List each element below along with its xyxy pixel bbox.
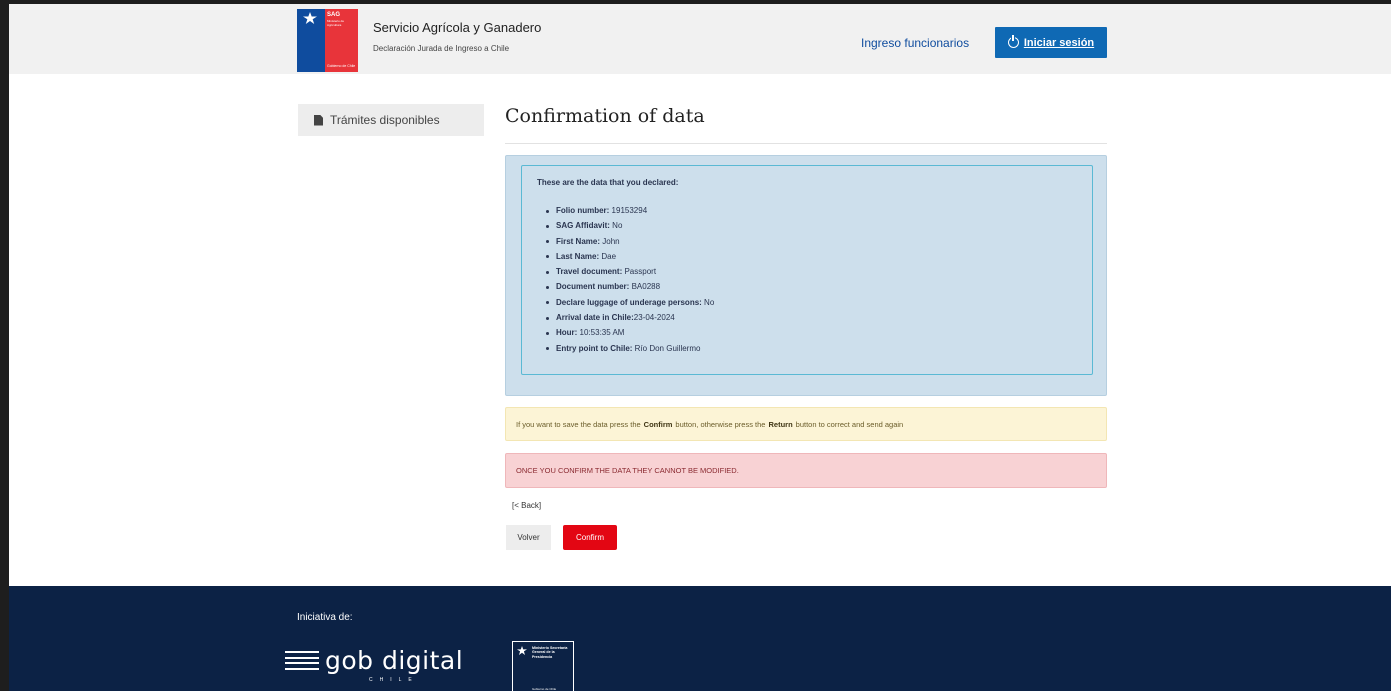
data-item-arrival-date: Arrival date in Chile:23-04-2024 — [545, 310, 714, 325]
login-button[interactable]: Iniciar sesión — [995, 27, 1107, 58]
ingreso-funcionarios-link[interactable]: Ingreso funcionarios — [861, 36, 969, 50]
site-title: Servicio Agrícola y Ganadero — [373, 20, 542, 35]
gobierno-text: Gobierno de Chile — [327, 64, 356, 68]
data-item-underage-luggage: Declare luggage of underage persons: No — [545, 295, 714, 310]
declared-data-intro: These are the data that you declared: — [537, 178, 679, 187]
document-icon — [314, 114, 323, 126]
site-footer: Iniciativa de: gob digital CHILE Ministe… — [9, 586, 1391, 691]
initiative-label: Iniciativa de: — [297, 612, 353, 623]
back-link[interactable]: [< Back] — [512, 501, 541, 510]
login-button-label: Iniciar sesión — [1023, 36, 1095, 49]
sidebar-item-tramites[interactable]: Trámites disponibles — [298, 104, 484, 136]
sidebar-item-label: Trámites disponibles — [330, 113, 440, 127]
sag-logo-subtitle: Ministerio de Agricultura — [327, 19, 345, 27]
data-item-folio: Folio number: 19153294 — [545, 203, 714, 218]
data-item-sag-affidavit: SAG Affidavit: No — [545, 218, 714, 233]
gob-digital-chile: CHILE — [369, 677, 419, 683]
sag-logo-text: SAG — [327, 12, 341, 18]
cannot-modify-alert: ONCE YOU CONFIRM THE DATA THEY CANNOT BE… — [505, 453, 1107, 488]
sag-logo[interactable]: SAG Ministerio de Agricultura Gobierno d… — [297, 9, 358, 72]
return-keyword: Return — [768, 419, 793, 429]
data-item-entry-point: Entry point to Chile: Río Don Guillermo — [545, 341, 714, 356]
data-item-first-name: First Name: John — [545, 234, 714, 249]
gob-digital-logo[interactable]: gob digital CHILE — [285, 646, 485, 688]
chile-star-icon — [517, 646, 527, 655]
title-divider — [505, 143, 1107, 144]
confirm-keyword: Confirm — [643, 419, 673, 429]
page: SAG Ministerio de Agricultura Gobierno d… — [9, 4, 1391, 691]
confirm-button[interactable]: Confirm — [563, 525, 617, 550]
declared-data-list: Folio number: 19153294 SAG Affidavit: No… — [545, 203, 714, 356]
data-item-document-number: Document number: BA0288 — [545, 279, 714, 294]
declared-data-panel: These are the data that you declared: Fo… — [505, 155, 1107, 396]
ministerio-logo[interactable]: Ministerio Secretaría General de la Pres… — [512, 641, 574, 691]
gob-digital-icon — [285, 651, 319, 675]
page-title: Confirmation of data — [505, 105, 705, 127]
volver-button[interactable]: Volver — [506, 525, 551, 550]
chile-star-icon — [303, 12, 317, 24]
data-item-hour: Hour: 10:53:35 AM — [545, 325, 714, 340]
declared-data-box: These are the data that you declared: Fo… — [521, 165, 1093, 375]
power-icon — [1007, 35, 1019, 48]
site-subtitle: Declaración Jurada de Ingreso a Chile — [373, 44, 510, 53]
data-item-travel-document: Travel document: Passport — [545, 264, 714, 279]
gob-digital-text: gob digital — [325, 646, 464, 675]
site-header: SAG Ministerio de Agricultura Gobierno d… — [9, 4, 1391, 74]
save-instructions-alert: If you want to save the data press the C… — [505, 407, 1107, 441]
ministerio-gobierno-text: Gobierno de Chile — [532, 687, 557, 691]
ministerio-text: Ministerio Secretaría General de la Pres… — [532, 646, 568, 659]
data-item-last-name: Last Name: Dae — [545, 249, 714, 264]
